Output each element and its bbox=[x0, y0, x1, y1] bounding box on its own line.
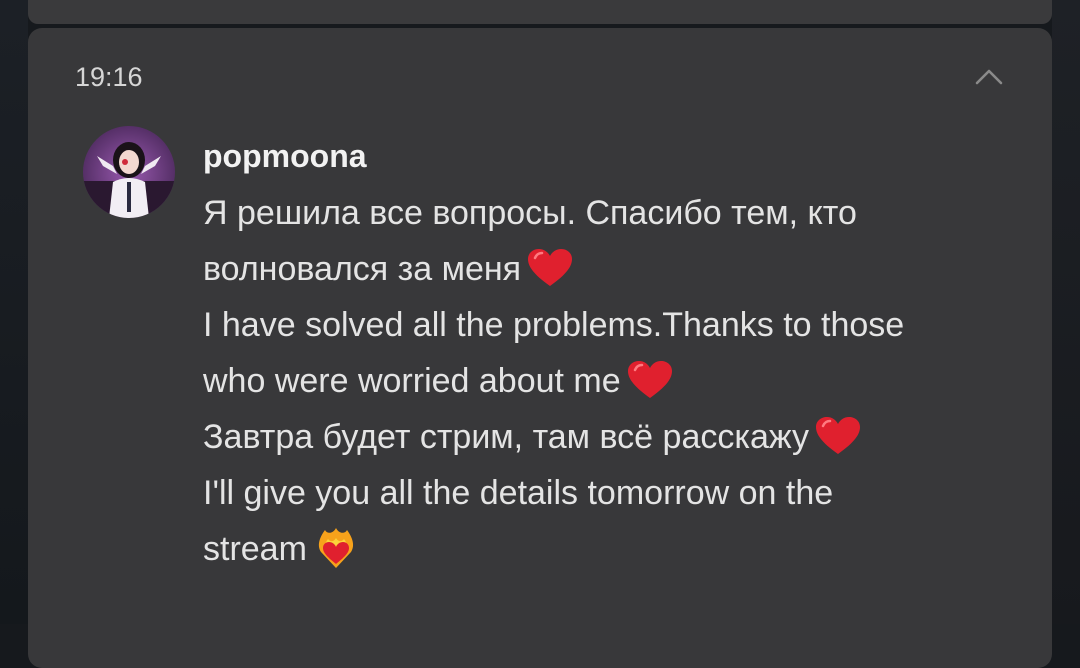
message-line: who were worried about me bbox=[203, 353, 1033, 409]
heart-on-fire-icon bbox=[318, 528, 354, 568]
message-line: I have solved all the problems.Thanks to… bbox=[203, 306, 905, 344]
message-body: Я решила все вопросы. Спасибо тем, кто в… bbox=[203, 185, 1033, 577]
red-heart-icon bbox=[627, 361, 672, 398]
red-heart-icon bbox=[816, 417, 861, 454]
username: popmoona bbox=[203, 138, 367, 174]
background-left bbox=[0, 0, 28, 624]
next-notification-peek bbox=[410, 600, 650, 624]
message-line: волновался за меня bbox=[203, 241, 1033, 297]
avatar[interactable] bbox=[83, 126, 175, 218]
message-line: I'll give you all the details tomorrow o… bbox=[203, 474, 834, 512]
notification-card[interactable]: 19:16 popmoona Я решила все вопросы. Спа… bbox=[28, 28, 1052, 668]
previous-notification-card bbox=[28, 0, 1052, 24]
background-right bbox=[1052, 0, 1080, 624]
message-line: Я решила все вопросы. Спасибо тем, кто bbox=[203, 194, 857, 232]
red-heart-icon bbox=[528, 249, 573, 286]
notification-time: 19:16 bbox=[75, 62, 143, 92]
message-line: stream bbox=[203, 521, 1033, 577]
chevron-up-icon[interactable] bbox=[974, 66, 1004, 86]
message-line: Завтра будет стрим, там всё расскажу bbox=[203, 409, 1033, 465]
